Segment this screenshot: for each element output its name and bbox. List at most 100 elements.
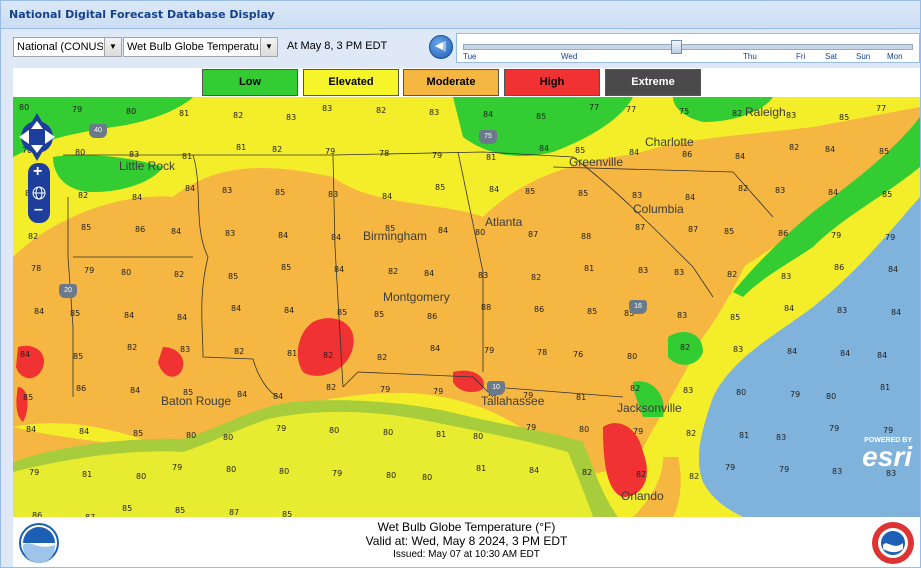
forecast-value: 79 xyxy=(380,385,391,394)
forecast-value: 84 xyxy=(424,269,435,278)
forecast-value: 84 xyxy=(529,466,540,475)
region-select-value: National (CONUS xyxy=(17,41,103,53)
forecast-value: 84 xyxy=(334,265,345,274)
forecast-value: 79 xyxy=(526,423,537,432)
forecast-value: 84 xyxy=(787,347,798,356)
forecast-value: 85 xyxy=(575,146,586,155)
chevron-down-icon[interactable]: ▼ xyxy=(104,38,121,56)
forecast-value: 84 xyxy=(888,265,899,274)
forecast-value: 84 xyxy=(877,351,888,360)
forecast-value: 80 xyxy=(473,432,484,441)
zoom-control: + – xyxy=(28,163,50,223)
plus-icon[interactable]: + xyxy=(33,163,42,181)
forecast-value: 83 xyxy=(674,268,685,277)
forecast-value: 84 xyxy=(735,152,746,161)
forecast-value: 83 xyxy=(786,111,797,120)
city-label: Greenville xyxy=(569,155,624,169)
forecast-value: 86 xyxy=(135,225,146,234)
forecast-value: 86 xyxy=(427,312,438,321)
forecast-value: 82 xyxy=(531,273,542,282)
esri-logo: esri xyxy=(862,441,912,472)
forecast-value: 83 xyxy=(222,186,233,195)
forecast-value: 80 xyxy=(223,433,234,442)
footer-valid-time: Valid at: Wed, May 8 2024, 3 PM EDT xyxy=(365,534,568,548)
region-select[interactable]: National (CONUS ▼ xyxy=(13,37,122,57)
forecast-value: 83 xyxy=(677,311,688,320)
highway-shield: 10 xyxy=(487,381,505,395)
city-label: Jacksonville xyxy=(617,401,682,415)
play-back-button[interactable]: ◀| xyxy=(429,35,453,59)
pan-control[interactable] xyxy=(17,107,57,167)
forecast-value: 84 xyxy=(34,307,45,316)
time-slider-track[interactable] xyxy=(463,44,913,50)
legend-extreme: Extreme xyxy=(605,69,701,96)
forecast-value: 82 xyxy=(272,145,283,154)
forecast-value: 84 xyxy=(20,350,31,359)
forecast-value: 82 xyxy=(127,343,138,352)
forecast-value: 80 xyxy=(75,148,86,157)
forecast-value: 84 xyxy=(539,144,550,153)
forecast-value: 77 xyxy=(626,105,637,114)
forecast-value: 85 xyxy=(337,308,348,317)
time-slider-thumb[interactable] xyxy=(670,40,682,54)
forecast-value: 84 xyxy=(828,188,839,197)
city-label: Raleigh xyxy=(745,105,786,119)
forecast-value: 75 xyxy=(679,107,690,116)
forecast-value: 85 xyxy=(122,504,133,513)
highway-shield: 40 xyxy=(89,124,107,138)
forecast-value: 82 xyxy=(234,347,245,356)
forecast-value: 80 xyxy=(579,425,590,434)
highway-shield: 75 xyxy=(479,130,497,144)
forecast-value: 84 xyxy=(284,306,295,315)
forecast-value: 83 xyxy=(776,433,787,442)
globe-icon[interactable] xyxy=(31,185,47,201)
forecast-value: 82 xyxy=(732,109,743,118)
chevron-down-icon[interactable]: ▼ xyxy=(260,38,277,56)
minus-icon[interactable]: – xyxy=(34,201,43,219)
footer-title: Wet Bulb Globe Temperature (°F) xyxy=(377,520,556,534)
forecast-value: 80 xyxy=(136,472,147,481)
forecast-value: 82 xyxy=(78,191,89,200)
forecast-value: 84 xyxy=(825,145,836,154)
forecast-value: 81 xyxy=(82,470,93,479)
forecast-value: 82 xyxy=(376,106,387,115)
forecast-value: 84 xyxy=(130,386,141,395)
forecast-value: 79 xyxy=(172,463,183,472)
forecast-value: 86 xyxy=(534,305,545,314)
forecast-value: 82 xyxy=(233,111,244,120)
forecast-value: 84 xyxy=(483,110,494,119)
forecast-value: 84 xyxy=(784,304,795,313)
forecast-value: 86 xyxy=(682,150,693,159)
forecast-value: 79 xyxy=(332,469,343,478)
timeline-day-label: Thu xyxy=(743,52,757,61)
timeline-day-label: Sun xyxy=(856,52,871,61)
forecast-value: 81 xyxy=(179,109,190,118)
forecast-value: 79 xyxy=(325,147,336,156)
forecast-value: 79 xyxy=(790,390,801,399)
play-back-icon: ◀| xyxy=(435,40,447,52)
forecast-value: 86 xyxy=(778,229,789,238)
forecast-map[interactable]: 80 79 80 81 82 83 83 82 83 84 85 77 77 75 82 83 85 77 78 80… xyxy=(13,97,920,517)
forecast-value: 85 xyxy=(228,272,239,281)
forecast-value: 80 xyxy=(226,465,237,474)
forecast-value: 85 xyxy=(839,113,850,122)
pan-arrows-icon[interactable] xyxy=(17,107,57,167)
forecast-value: 83 xyxy=(832,467,843,476)
forecast-value: 87 xyxy=(528,230,539,239)
highway-shield: 20 xyxy=(59,284,77,298)
legend-high: High xyxy=(504,69,600,96)
time-slider[interactable]: Tue Wed Thu Fri Sat Sun Mon xyxy=(456,33,920,63)
element-select[interactable]: Wet Bulb Globe Temperatu ▼ xyxy=(123,37,278,57)
forecast-value: 81 xyxy=(287,349,298,358)
forecast-value: 84 xyxy=(26,425,37,434)
city-label: Charlotte xyxy=(645,135,694,149)
forecast-value: 83 xyxy=(837,306,848,315)
forecast-value: 84 xyxy=(629,148,640,157)
forecast-value: 80 xyxy=(826,392,837,401)
forecast-value: 78 xyxy=(537,348,548,357)
nws-logo xyxy=(872,522,914,564)
forecast-value: 82 xyxy=(727,270,738,279)
forecast-value: 85 xyxy=(525,187,536,196)
forecast-value: 80 xyxy=(126,107,137,116)
forecast-value: 85 xyxy=(882,190,893,199)
